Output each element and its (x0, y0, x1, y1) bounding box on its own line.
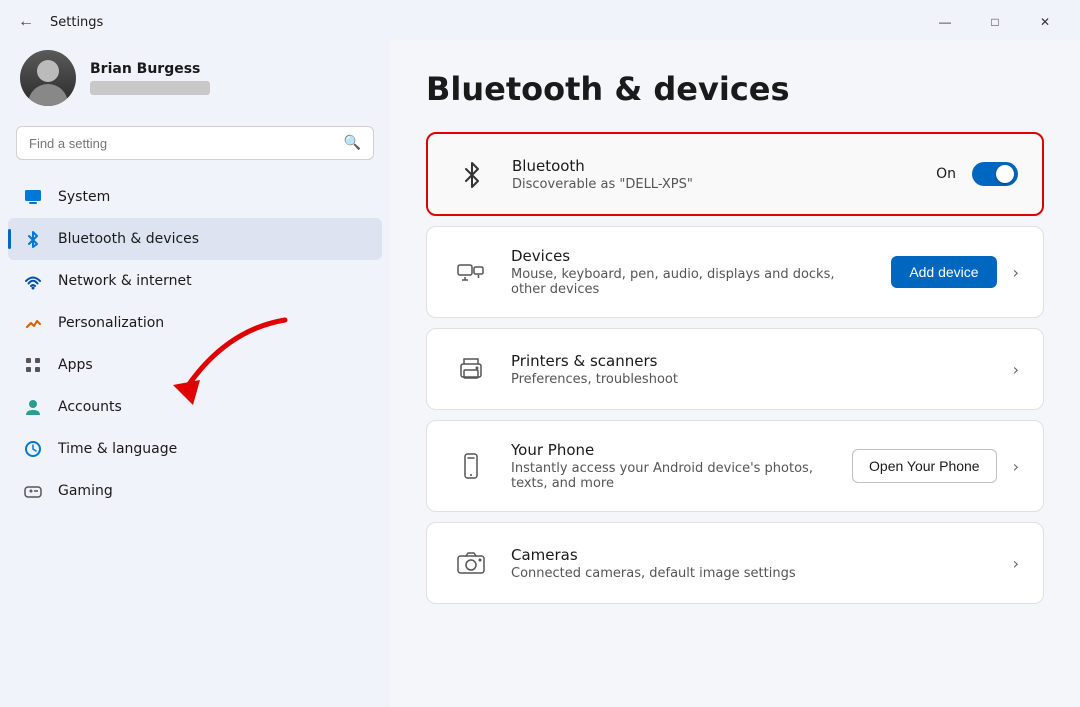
back-button[interactable]: ← (12, 11, 40, 33)
app-body: Brian Burgess 🔍 System (0, 40, 1080, 707)
cameras-actions: › (1009, 554, 1019, 573)
bluetooth-toggle-area: On (936, 162, 1018, 186)
bluetooth-toggle-label: On (936, 166, 956, 182)
sidebar-item-bluetooth[interactable]: Bluetooth & devices (8, 218, 382, 260)
devices-subtitle: Mouse, keyboard, pen, audio, displays an… (511, 267, 871, 297)
search-icon: 🔍 (344, 135, 361, 151)
sidebar-item-apps-label: Apps (58, 357, 93, 373)
app-title: Settings (50, 15, 103, 30)
sidebar-item-accounts[interactable]: Accounts (8, 386, 382, 428)
devices-card-icon (451, 252, 491, 292)
sidebar-item-apps[interactable]: Apps (8, 344, 382, 386)
your-phone-card[interactable]: Your Phone Instantly access your Android… (426, 420, 1044, 512)
sidebar-item-network[interactable]: Network & internet (8, 260, 382, 302)
bluetooth-card-text: Bluetooth Discoverable as "DELL-XPS" (512, 157, 916, 192)
cameras-card-icon (451, 543, 491, 583)
bluetooth-card-icon (452, 154, 492, 194)
title-bar-left: ← Settings (12, 11, 103, 33)
printers-actions: › (1009, 360, 1019, 379)
nav-list: System Bluetooth & devices (0, 176, 390, 512)
your-phone-subtitle: Instantly access your Android device's p… (511, 461, 832, 491)
devices-card[interactable]: Devices Mouse, keyboard, pen, audio, dis… (426, 226, 1044, 318)
search-container: 🔍 (0, 126, 390, 176)
printers-title: Printers & scanners (511, 352, 989, 370)
minimize-button[interactable]: — (922, 8, 968, 36)
bluetooth-icon (22, 228, 44, 250)
bluetooth-toggle[interactable] (972, 162, 1018, 186)
page-title: Bluetooth & devices (426, 70, 1044, 108)
title-bar: ← Settings — □ ✕ (0, 0, 1080, 40)
cameras-card-text: Cameras Connected cameras, default image… (511, 546, 989, 581)
personalization-icon (22, 312, 44, 334)
cameras-subtitle: Connected cameras, default image setting… (511, 566, 989, 581)
accounts-icon (22, 396, 44, 418)
cameras-title: Cameras (511, 546, 989, 564)
sidebar-item-personalization[interactable]: Personalization (8, 302, 382, 344)
printers-chevron: › (1013, 360, 1019, 379)
sidebar-item-system[interactable]: System (8, 176, 382, 218)
sidebar-item-gaming-label: Gaming (58, 483, 113, 499)
time-icon (22, 438, 44, 460)
sidebar-item-gaming[interactable]: Gaming (8, 470, 382, 512)
user-section: Brian Burgess (0, 40, 390, 126)
add-device-button[interactable]: Add device (891, 256, 996, 288)
your-phone-card-icon (451, 446, 491, 486)
printers-card-text: Printers & scanners Preferences, trouble… (511, 352, 989, 387)
open-your-phone-button[interactable]: Open Your Phone (852, 449, 997, 483)
user-info: Brian Burgess (90, 61, 210, 95)
your-phone-chevron: › (1013, 457, 1019, 476)
your-phone-card-text: Your Phone Instantly access your Android… (511, 441, 832, 491)
devices-chevron: › (1013, 263, 1019, 282)
devices-actions: Add device › (891, 256, 1019, 288)
sidebar-item-time[interactable]: Time & language (8, 428, 382, 470)
printers-card-icon (451, 349, 491, 389)
printers-subtitle: Preferences, troubleshoot (511, 372, 989, 387)
avatar-image (20, 50, 76, 106)
sidebar-item-system-label: System (58, 189, 110, 205)
system-icon (22, 186, 44, 208)
gaming-icon (22, 480, 44, 502)
network-icon (22, 270, 44, 292)
search-box: 🔍 (16, 126, 374, 160)
your-phone-actions: Open Your Phone › (852, 449, 1019, 483)
cameras-chevron: › (1013, 554, 1019, 573)
devices-title: Devices (511, 247, 871, 265)
printers-card[interactable]: Printers & scanners Preferences, trouble… (426, 328, 1044, 410)
sidebar-item-bluetooth-label: Bluetooth & devices (58, 231, 199, 247)
search-input[interactable] (29, 136, 336, 151)
main-content: Bluetooth & devices Bluetooth Discoverab… (390, 40, 1080, 707)
user-name: Brian Burgess (90, 61, 210, 77)
cameras-card[interactable]: Cameras Connected cameras, default image… (426, 522, 1044, 604)
sidebar-item-personalization-label: Personalization (58, 315, 164, 331)
devices-card-text: Devices Mouse, keyboard, pen, audio, dis… (511, 247, 871, 297)
sidebar: Brian Burgess 🔍 System (0, 40, 390, 707)
sidebar-item-network-label: Network & internet (58, 273, 192, 289)
maximize-button[interactable]: □ (972, 8, 1018, 36)
apps-icon (22, 354, 44, 376)
sidebar-item-time-label: Time & language (58, 441, 177, 457)
bluetooth-subtitle: Discoverable as "DELL-XPS" (512, 177, 916, 192)
your-phone-title: Your Phone (511, 441, 832, 459)
close-button[interactable]: ✕ (1022, 8, 1068, 36)
avatar (20, 50, 76, 106)
sidebar-item-accounts-label: Accounts (58, 399, 122, 415)
window-controls: — □ ✕ (922, 8, 1068, 36)
bluetooth-card[interactable]: Bluetooth Discoverable as "DELL-XPS" On (426, 132, 1044, 216)
user-email-blurred (90, 81, 210, 95)
bluetooth-title: Bluetooth (512, 157, 916, 175)
